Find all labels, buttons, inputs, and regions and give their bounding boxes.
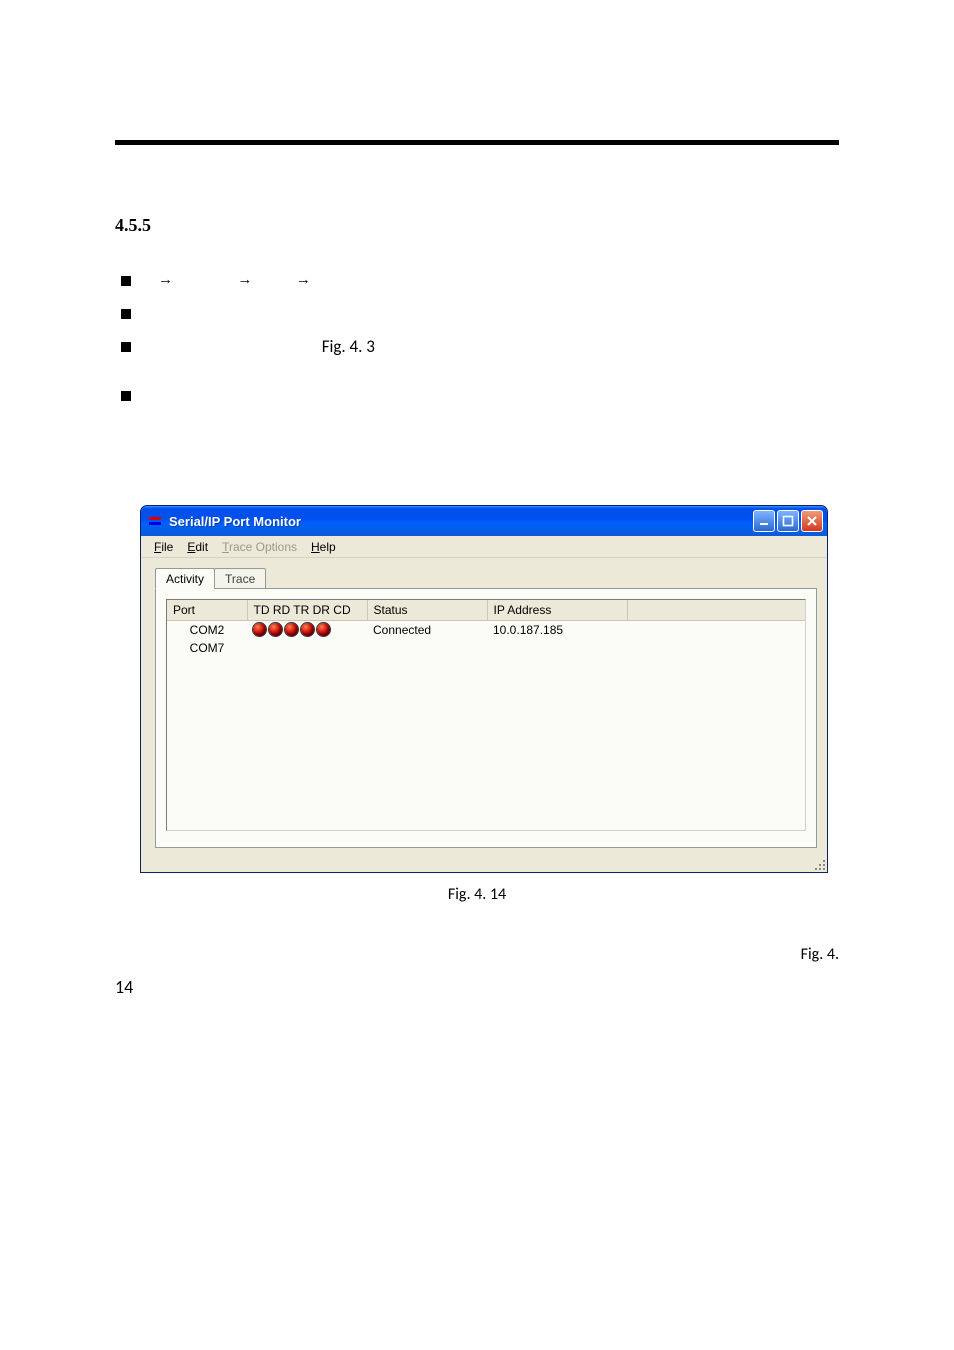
led-cd-icon [317, 623, 330, 636]
tab-panel: Port TD RD TR DR CD Status IP Address CO… [155, 588, 817, 848]
col-port[interactable]: Port [167, 600, 247, 620]
resize-grip-icon[interactable] [811, 856, 827, 872]
tab-strip: Activity Trace [155, 566, 817, 588]
arrow-icon: → [234, 266, 255, 293]
close-button[interactable] [801, 510, 823, 532]
table-header-row: Port TD RD TR DR CD Status IP Address [167, 600, 805, 620]
cell-signals [247, 639, 367, 657]
bullet-square-icon [121, 342, 131, 352]
arrow-icon: → [155, 266, 176, 293]
table-row[interactable]: COM7 [167, 639, 805, 657]
paragraph: Fig. 4. [115, 940, 839, 970]
arrow-icon: → [293, 266, 314, 293]
figure-caption: Fig. 4. 14 [0, 885, 954, 904]
app-icon [147, 513, 163, 529]
grid-frame: Port TD RD TR DR CD Status IP Address CO… [166, 599, 806, 831]
menu-file[interactable]: File [147, 538, 180, 556]
tab-activity[interactable]: Activity [155, 568, 215, 589]
header-rule [115, 140, 839, 145]
bullet-text: → → → [155, 266, 839, 293]
col-status[interactable]: Status [367, 600, 487, 620]
menu-trace-options: Trace Options [215, 538, 304, 556]
bullet-text [155, 299, 839, 326]
figure-ref: Fig. 4. [801, 945, 839, 964]
bullet-item [121, 299, 839, 326]
bullet-item [121, 381, 839, 408]
bullet-item: Fig. 4. 3 [121, 332, 839, 363]
bullet-text [155, 381, 839, 408]
bullet-item: → → → [121, 266, 839, 293]
title-bar[interactable]: Serial/IP Port Monitor [141, 506, 827, 536]
window-buttons [753, 510, 823, 532]
menu-help[interactable]: Help [304, 538, 343, 556]
led-tr-icon [285, 623, 298, 636]
cell-ip [487, 639, 627, 657]
bullet-list: → → → Fig. 4. 3 [121, 266, 839, 408]
menu-edit[interactable]: Edit [180, 538, 215, 556]
col-signals[interactable]: TD RD TR DR CD [247, 600, 367, 620]
page: 4.5.5 → → → Fig. 4. [0, 0, 954, 1350]
cell-ip: 10.0.187.185 [487, 620, 627, 639]
ports-table: Port TD RD TR DR CD Status IP Address CO… [167, 600, 805, 657]
figure-ref-num: 14 [115, 976, 133, 998]
app-window: Serial/IP Port Monitor File Edit Trace O… [140, 505, 828, 873]
signal-leds [253, 623, 361, 636]
client-area: Activity Trace Port TD RD TR DR CD Statu… [141, 558, 827, 872]
led-rd-icon [269, 623, 282, 636]
bullet-square-icon [121, 309, 131, 319]
bullet-square-icon [121, 391, 131, 401]
cell-port: COM2 [167, 620, 247, 639]
col-spacer [627, 600, 805, 620]
led-dr-icon [301, 623, 314, 636]
table-row[interactable]: COM2 Co [167, 620, 805, 639]
maximize-button[interactable] [777, 510, 799, 532]
window-title: Serial/IP Port Monitor [169, 514, 753, 529]
section-number: 4.5.5 [115, 215, 839, 236]
led-td-icon [253, 623, 266, 636]
cell-status [367, 639, 487, 657]
cell-status: Connected [367, 620, 487, 639]
minimize-button[interactable] [753, 510, 775, 532]
cell-port: COM7 [167, 639, 247, 657]
tab-trace[interactable]: Trace [214, 568, 266, 588]
menu-bar: File Edit Trace Options Help [141, 536, 827, 558]
bullet-square-icon [121, 276, 131, 286]
cell-signals [247, 620, 367, 639]
figure-ref: Fig. 4. 3 [322, 336, 375, 357]
col-ip[interactable]: IP Address [487, 600, 627, 620]
bullet-text: Fig. 4. 3 [155, 332, 839, 363]
